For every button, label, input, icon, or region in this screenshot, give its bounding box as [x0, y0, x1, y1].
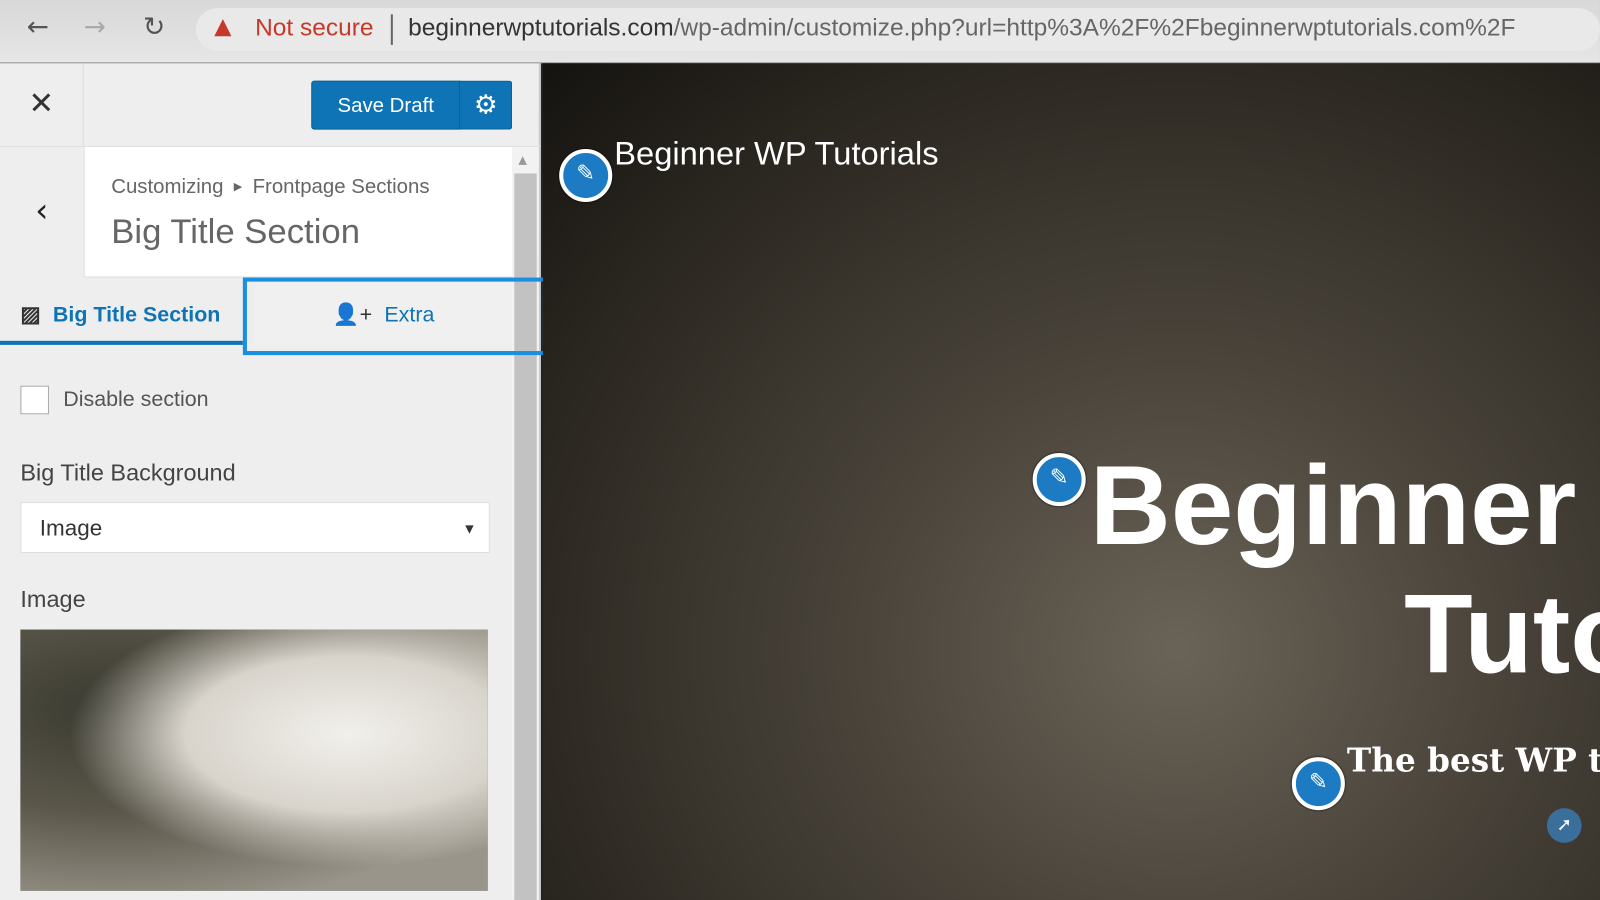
security-label[interactable]: Not secure: [255, 14, 373, 43]
tab-big-title-section[interactable]: ▨ Big Title Section: [0, 280, 243, 345]
tab-label: Big Title Section: [52, 303, 221, 327]
breadcrumb-arrow-icon: ▶: [233, 180, 243, 193]
image-label: Image: [20, 585, 86, 613]
hero-title-line1: Beginner: [1089, 442, 1577, 569]
breadcrumb-item: Customizing: [111, 175, 224, 198]
browser-toolbar: ← → ↻ ▲ Not secure beginnerwptutorials.c…: [0, 0, 1600, 64]
customizer-panel: ✕ Save Draft ⚙ ‹ Customizing ▶ Frontpage S…: [0, 63, 547, 900]
select-value: Image: [39, 515, 103, 541]
site-name[interactable]: Beginner WP Tutorials: [614, 135, 938, 173]
background-image-preview[interactable]: [20, 629, 488, 891]
disable-section-label: Disable section: [63, 387, 209, 412]
section-header: Customizing ▶ Frontpage Sections Big Title…: [83, 146, 513, 278]
image-icon: ▨: [20, 303, 41, 327]
page-title: Big Title Section: [111, 212, 360, 252]
close-icon[interactable]: ✕: [0, 63, 84, 147]
gear-icon[interactable]: ⚙: [459, 80, 513, 130]
breadcrumb-item: Frontpage Sections: [252, 175, 430, 198]
chevron-left-icon[interactable]: ‹: [0, 147, 84, 278]
divider: [390, 14, 393, 45]
customizer-header: ✕ Save Draft ⚙: [0, 63, 541, 147]
cursor-icon: ➚: [1546, 808, 1582, 843]
breadcrumb: Customizing ▶ Frontpage Sections: [111, 176, 429, 199]
warning-icon[interactable]: ▲: [214, 14, 231, 40]
url-text[interactable]: beginnerwptutorials.com/wp-admin/customi…: [408, 14, 1515, 43]
disable-section-checkbox[interactable]: [20, 385, 49, 415]
scroll-up-icon[interactable]: ▲: [518, 153, 527, 166]
background-label: Big Title Background: [20, 459, 236, 486]
forward-arrow-icon[interactable]: →: [78, 12, 113, 43]
edit-pencil-icon[interactable]: ✎: [1291, 757, 1345, 811]
caret-down-icon: ▼: [462, 520, 477, 537]
hero-title-line2: Tuto: [1404, 571, 1600, 697]
reload-icon[interactable]: ↻: [137, 12, 172, 43]
edit-pencil-icon[interactable]: ✎: [559, 148, 613, 203]
edit-pencil-icon[interactable]: ✎: [1032, 453, 1086, 507]
hero-tagline: The best WP tuto: [1346, 740, 1600, 780]
back-arrow-icon[interactable]: ←: [20, 12, 55, 43]
url-path: /wp-admin/customize.php?url=http%3A%2F%2…: [673, 14, 1516, 42]
save-draft-button[interactable]: Save Draft: [311, 80, 461, 130]
background-select[interactable]: Image ▼: [20, 502, 490, 554]
site-preview: ✎ Beginner WP Tutorials ✎ Beginner Tuto …: [542, 63, 1600, 900]
screen: ← → ↻ ▲ Not secure beginnerwptutorials.c…: [0, 0, 1600, 900]
highlight-box: [242, 277, 547, 356]
scrollbar[interactable]: ▲: [512, 146, 539, 900]
url-host: beginnerwptutorials.com: [408, 14, 674, 42]
